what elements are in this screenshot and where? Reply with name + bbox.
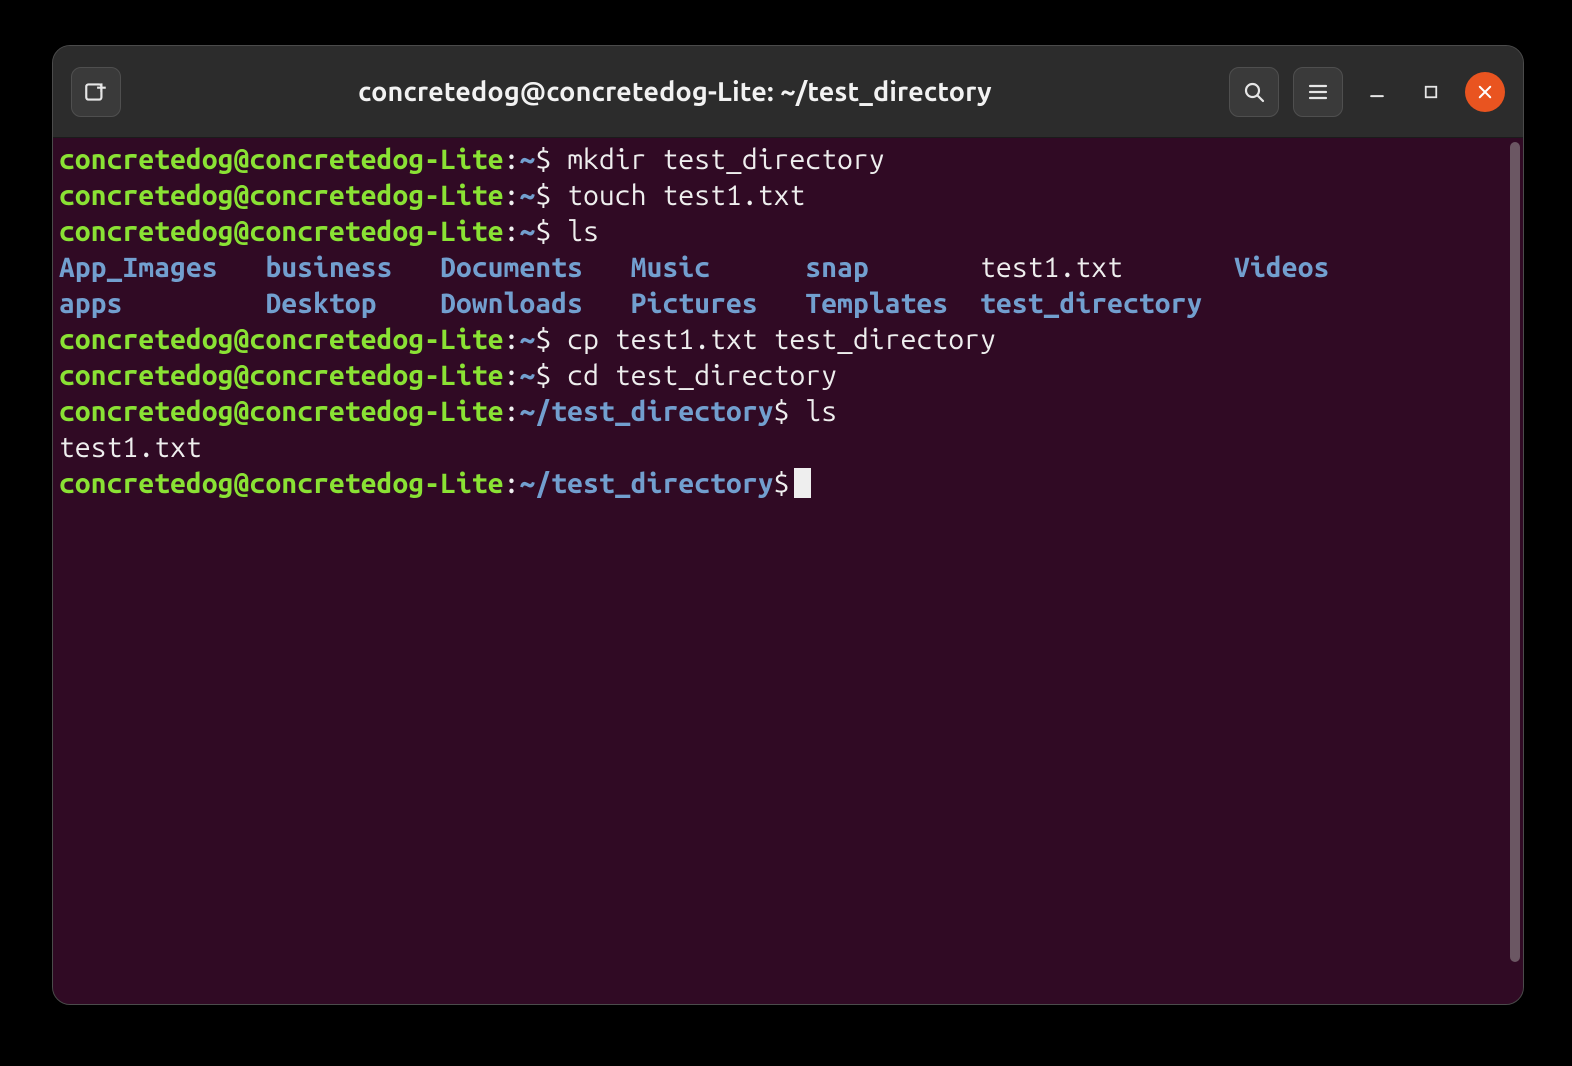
terminal-viewport[interactable]: concretedog@concretedog-Lite:~$ mkdir te… [53,138,1523,1004]
hamburger-menu-icon [1306,80,1330,104]
minimize-icon [1367,82,1387,102]
new-tab-icon [83,79,109,105]
maximize-button[interactable] [1411,72,1451,112]
cursor [794,468,811,498]
scrollbar[interactable] [1510,142,1520,962]
terminal-output: concretedog@concretedog-Lite:~$ mkdir te… [59,142,1517,502]
close-button[interactable] [1465,72,1505,112]
new-tab-button[interactable] [71,67,121,117]
minimize-button[interactable] [1357,72,1397,112]
menu-button[interactable] [1293,67,1343,117]
window-title: concretedog@concretedog-Lite: ~/test_dir… [133,77,1217,107]
titlebar[interactable]: concretedog@concretedog-Lite: ~/test_dir… [53,46,1523,138]
search-icon [1242,80,1266,104]
maximize-icon [1422,83,1440,101]
search-button[interactable] [1229,67,1279,117]
close-icon [1476,83,1494,101]
terminal-window: concretedog@concretedog-Lite: ~/test_dir… [52,45,1524,1005]
